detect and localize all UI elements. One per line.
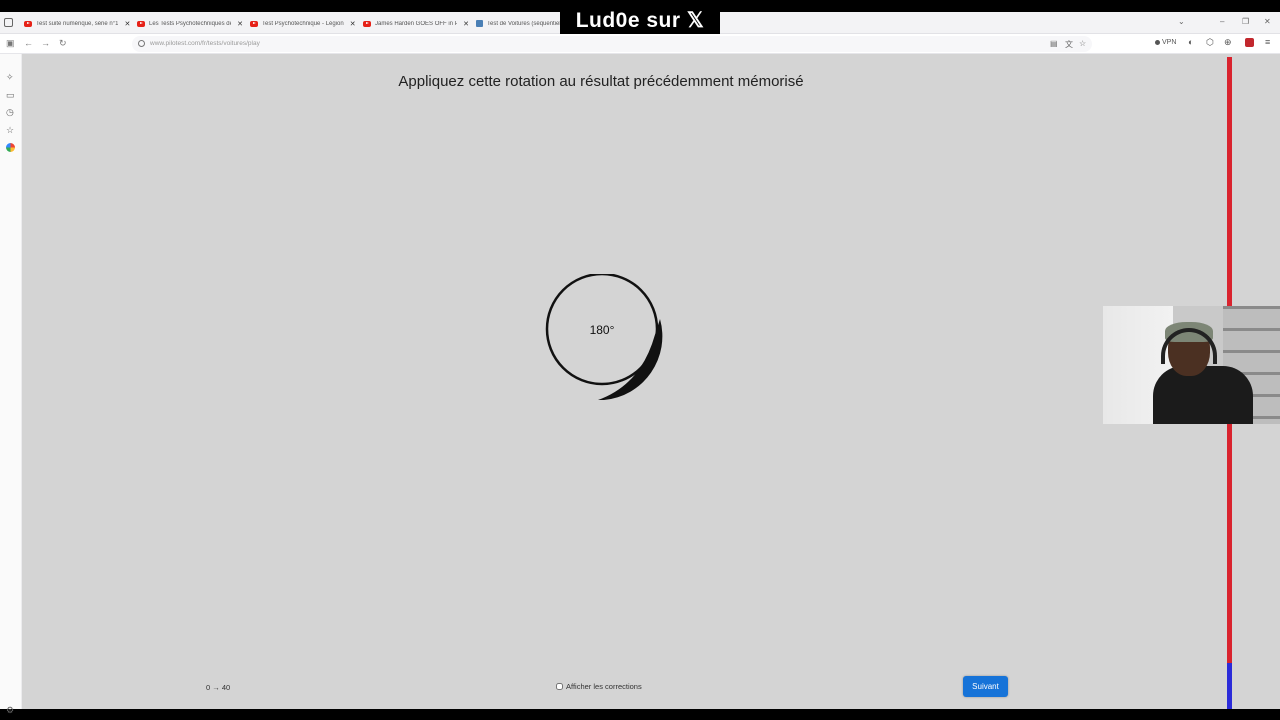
webcam-person-body (1153, 366, 1253, 424)
vpn-button[interactable]: VPN (1155, 39, 1176, 46)
tab-label: Test de Voitures (séquentiel) (487, 20, 560, 27)
restore-icon[interactable]: ❐ (1242, 17, 1249, 26)
url-text[interactable]: www.pilotest.com/fr/tests/voitures/play (150, 40, 260, 47)
download-icon[interactable]: ⊕ (1224, 37, 1232, 48)
rotation-indicator: 180° (545, 274, 663, 400)
page-icon (476, 20, 483, 27)
tab-2[interactable]: Les Tests Psychotechniques de ✕ (137, 15, 243, 32)
sidebar-toggle-icon[interactable]: ▣ (6, 38, 15, 49)
chevron-down-icon[interactable]: ⌄ (1178, 17, 1185, 26)
reader-icon[interactable]: ▤ (1050, 39, 1058, 48)
history-icon[interactable]: ◷ (6, 107, 14, 117)
navigation-bar: ▣ ← → ↻ www.pilotest.com/fr/tests/voitur… (0, 34, 1280, 54)
youtube-icon (250, 20, 258, 27)
show-corrections-label: Afficher les corrections (566, 682, 642, 691)
tab-label: Test suite numérique, série n°1 (36, 20, 119, 27)
browser-sidebar: ✧ ▭ ◷ ☆ ⚙ (0, 54, 22, 715)
extensions-icon[interactable]: ⬡ (1206, 37, 1214, 48)
site-info-icon[interactable] (138, 40, 145, 47)
instruction-title: Appliquez cette rotation au résultat pré… (398, 73, 804, 90)
ai-sparkle-icon[interactable]: ✧ (6, 72, 14, 82)
rotation-angle-label: 180° (590, 323, 615, 337)
screen-frame: Test suite numérique, série n°1 ✕ Les Te… (0, 0, 1280, 720)
extension-badge-icon[interactable] (1245, 38, 1254, 47)
show-corrections-checkbox[interactable] (556, 683, 563, 690)
tab-label: Les Tests Psychotechniques de (149, 20, 232, 27)
show-corrections-toggle[interactable]: Afficher les corrections (556, 682, 642, 691)
tab-label: Test Psychotechnique - Légion (262, 20, 344, 27)
translate-icon[interactable]: 文 (1065, 39, 1073, 50)
tab-5-active[interactable]: Test de Voitures (séquentiel) (476, 15, 560, 32)
vpn-icon (1155, 40, 1160, 45)
bookmark-star-icon[interactable]: ☆ (1079, 39, 1086, 48)
tabs-icon[interactable]: ▭ (6, 90, 15, 100)
webcam-overlay (1103, 306, 1280, 424)
youtube-icon (24, 20, 32, 27)
shield-icon[interactable]: ◐ (1188, 37, 1193, 47)
close-icon[interactable]: ✕ (463, 20, 469, 28)
close-icon[interactable]: ✕ (237, 20, 243, 28)
close-icon[interactable]: ✕ (350, 20, 356, 28)
youtube-icon (137, 20, 145, 27)
close-window-icon[interactable]: ✕ (1264, 17, 1271, 26)
progress-counter: 0 → 40 (206, 683, 231, 692)
address-bar[interactable]: www.pilotest.com/fr/tests/voitures/play … (132, 36, 1092, 52)
next-button[interactable]: Suivant (963, 676, 1008, 697)
test-page: Appliquez cette rotation au résultat pré… (22, 54, 1280, 709)
extension-icon[interactable] (6, 143, 15, 152)
minimize-icon[interactable]: – (1220, 17, 1224, 26)
vpn-label: VPN (1162, 39, 1177, 46)
timer-bar-remaining (1227, 663, 1232, 709)
back-icon[interactable]: ← (24, 38, 33, 49)
youtube-icon (363, 20, 371, 27)
menu-icon[interactable]: ≡ (1265, 37, 1270, 47)
reload-icon[interactable]: ↻ (59, 38, 67, 49)
gear-icon[interactable]: ⚙ (6, 705, 14, 715)
tab-1[interactable]: Test suite numérique, série n°1 ✕ (24, 15, 132, 32)
tab-3[interactable]: Test Psychotechnique - Légion ✕ (250, 15, 356, 32)
browser-window: Test suite numérique, série n°1 ✕ Les Te… (0, 0, 1280, 715)
close-icon[interactable]: ✕ (124, 20, 130, 28)
bookmarks-icon[interactable]: ☆ (6, 125, 14, 135)
tab-list-icon[interactable] (4, 18, 13, 27)
forward-icon[interactable]: → (41, 38, 50, 49)
tab-label: James Harden GOES OFF in Pro (375, 20, 458, 27)
tab-4[interactable]: James Harden GOES OFF in Pro ✕ (363, 15, 469, 32)
